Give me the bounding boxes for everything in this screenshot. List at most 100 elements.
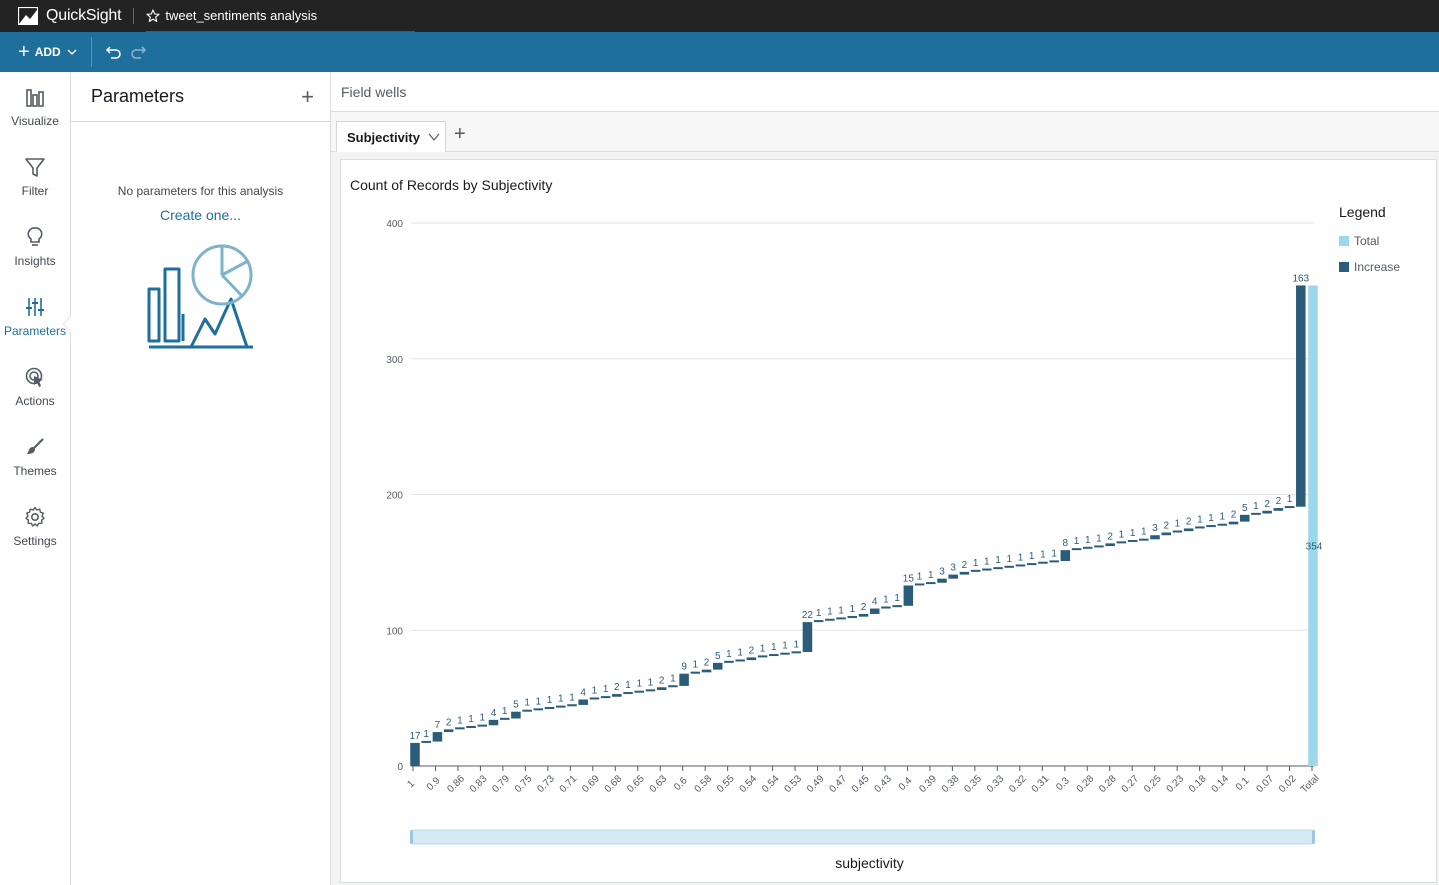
divider	[133, 8, 135, 24]
rail-item-settings[interactable]: Settings	[0, 506, 70, 566]
undo-icon[interactable]	[104, 43, 122, 61]
rail-item-actions[interactable]: Actions	[0, 366, 70, 426]
visual-card[interactable]: Count of Records by Subjectivity 0 100 200…	[340, 159, 1437, 883]
brush-icon	[27, 438, 44, 454]
main-area: Field wells Subjectivity + Count of Reco…	[331, 72, 1439, 885]
filter-icon	[25, 158, 45, 177]
range-handle-left[interactable]	[410, 830, 413, 844]
data-label: 2	[1264, 499, 1270, 510]
data-label: 1	[547, 695, 553, 706]
left-rail: Visualize Filter Insights Parameters Act…	[0, 72, 71, 885]
tab-label: Subjectivity	[347, 129, 420, 145]
range-handle-right[interactable]	[1312, 830, 1315, 844]
add-button[interactable]: + ADD	[0, 32, 77, 72]
y-tick-label: 300	[386, 355, 403, 366]
waterfall-bar	[1251, 512, 1261, 515]
waterfall-bar	[757, 655, 768, 658]
x-tick-label: 0.38	[940, 773, 962, 795]
data-label: 1	[636, 679, 642, 690]
data-label: 1	[816, 608, 822, 619]
legend-title: Legend	[1339, 204, 1386, 220]
waterfall-bar	[970, 569, 981, 572]
data-label: 1	[1287, 494, 1293, 505]
divider	[90, 37, 92, 67]
bar-chart-icon	[26, 89, 44, 107]
x-axis-title: subjectivity	[835, 855, 903, 871]
waterfall-bar	[858, 613, 869, 617]
data-label: 1	[827, 607, 833, 618]
waterfall-bar	[477, 724, 488, 727]
waterfall-bar	[567, 704, 577, 707]
waterfall-bar	[869, 608, 880, 614]
data-label: 2	[1231, 510, 1237, 521]
rail-item-filter[interactable]: Filter	[0, 156, 70, 216]
brand[interactable]: QuickSight	[0, 0, 122, 32]
analysis-title-field[interactable]: tweet_sentiments analysis	[146, 0, 416, 32]
waterfall-bar	[668, 685, 678, 688]
waterfall-bar	[701, 669, 712, 673]
waterfall-bar	[1139, 538, 1149, 541]
data-label: 8	[1063, 538, 1069, 549]
data-label: 2	[861, 602, 867, 613]
active-caret	[64, 316, 71, 332]
tab-subjectivity[interactable]: Subjectivity	[336, 121, 446, 152]
range-scrollbar[interactable]	[410, 829, 1315, 845]
x-tick-label: 0.53	[783, 773, 805, 795]
data-label: 1	[423, 729, 429, 740]
legend-item-total[interactable]: Total	[1339, 234, 1400, 248]
waterfall-bar	[645, 689, 656, 692]
star-icon[interactable]	[146, 8, 160, 23]
waterfall-bar	[847, 616, 858, 619]
data-label: 2	[1276, 496, 1282, 507]
rail-label: Filter	[21, 184, 49, 198]
waterfall-bar	[488, 719, 499, 726]
x-tick-label: 0.4	[897, 775, 915, 793]
waterfall-bar	[903, 585, 914, 606]
field-wells-toggle[interactable]: Field wells	[331, 72, 1439, 112]
add-parameter-button[interactable]: +	[301, 85, 314, 108]
x-tick-label: 0.69	[580, 773, 602, 795]
waterfall-bar	[432, 732, 443, 742]
data-label: 3	[939, 567, 945, 578]
data-label: 2	[659, 675, 665, 686]
data-label: 22	[802, 610, 814, 621]
data-label: 1	[984, 557, 990, 568]
rail-item-parameters[interactable]: Parameters	[0, 296, 70, 356]
x-tick-label: 0.58	[693, 773, 715, 795]
redo-icon[interactable]	[130, 43, 148, 61]
waterfall-bar	[1161, 532, 1172, 536]
data-label: 1	[648, 677, 654, 688]
data-label: 17	[409, 731, 421, 742]
rail-label: Visualize	[11, 114, 59, 128]
waterfall-bar	[533, 708, 544, 711]
data-label: 4	[491, 708, 497, 719]
data-label: 1	[603, 684, 609, 695]
gear-icon	[25, 506, 45, 527]
waterfall-bar	[1239, 514, 1250, 522]
waterfall-bar	[780, 652, 790, 655]
x-tick-label: Total	[1299, 773, 1322, 796]
data-label: 15	[903, 573, 915, 584]
x-tick-label: 0.35	[962, 773, 984, 795]
waterfall-bar	[1071, 548, 1082, 551]
data-label: 7	[435, 720, 441, 731]
legend-swatch	[1339, 262, 1349, 272]
data-label: 1	[737, 647, 743, 658]
x-tick-label: 0.27	[1120, 773, 1142, 795]
rail-item-themes[interactable]: Themes	[0, 436, 70, 496]
chevron-down-icon[interactable]	[428, 131, 440, 143]
waterfall-bar	[914, 583, 925, 586]
waterfall-bar	[1284, 506, 1295, 509]
add-sheet-button[interactable]: +	[454, 124, 466, 144]
add-label: ADD	[34, 45, 61, 59]
legend-item-increase[interactable]: Increase	[1339, 260, 1400, 274]
x-tick-label: 0.75	[513, 773, 535, 795]
data-label: 1	[928, 570, 934, 581]
create-parameter-link[interactable]: Create one...	[71, 207, 330, 223]
data-label: 1	[1040, 550, 1046, 561]
waterfall-bar	[466, 725, 476, 728]
rail-item-insights[interactable]: Insights	[0, 226, 70, 286]
rail-item-visualize[interactable]: Visualize	[0, 86, 70, 146]
data-label: 1	[569, 692, 575, 703]
x-tick-label: 0.86	[445, 773, 467, 795]
